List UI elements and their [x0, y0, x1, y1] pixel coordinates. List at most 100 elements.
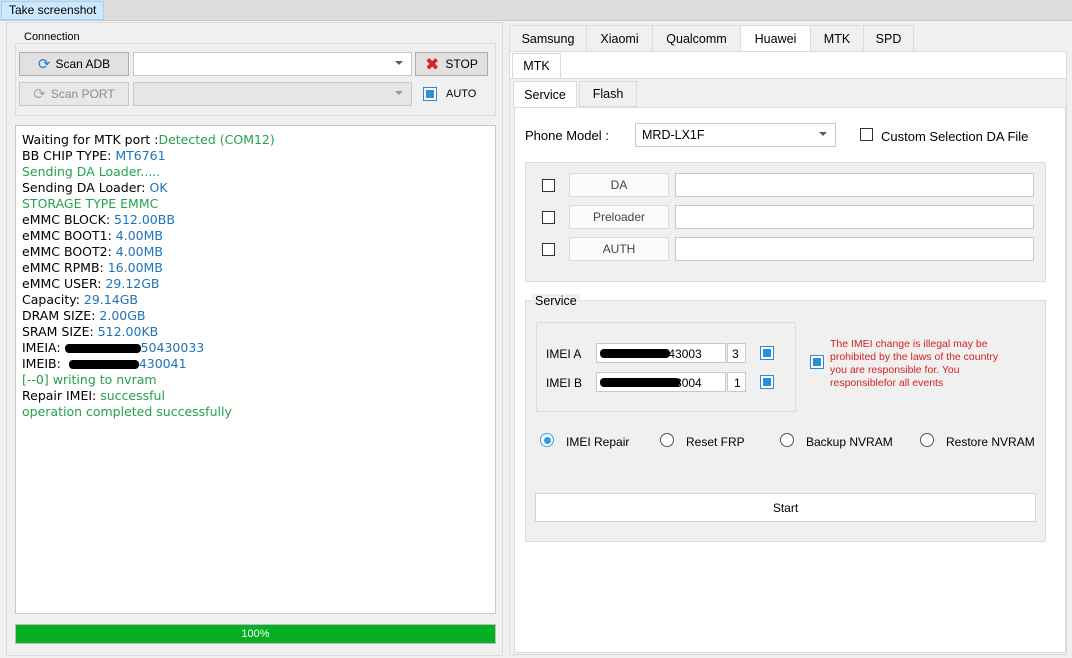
log-segment: Sending DA Loader:: [22, 180, 150, 195]
tab-label: Samsung: [521, 31, 575, 46]
adb-device-select[interactable]: [133, 52, 412, 76]
tab-mtk-sub-label: MTK: [523, 59, 550, 73]
log-line: eMMC USER: 29.12GB: [22, 276, 489, 292]
redaction: [68, 360, 139, 369]
preloader-browse-button[interactable]: Preloader: [569, 205, 669, 229]
tab-spd[interactable]: SPD: [863, 25, 914, 52]
log-segment: Capacity:: [22, 292, 84, 307]
custom-da-checkbox[interactable]: [860, 128, 873, 141]
refresh-icon: ⟳: [33, 85, 46, 103]
phone-model-select[interactable]: MRD-LX1F: [635, 123, 836, 147]
log-segment: 50430033: [140, 340, 205, 355]
imei-a-check-digit-value: 3: [732, 347, 739, 361]
log-segment: MT6761: [115, 148, 166, 163]
refresh-icon: ⟳: [37, 55, 51, 73]
tab-label: Xiaomi: [600, 31, 639, 46]
log-segment: Waiting for MTK port :: [22, 132, 159, 147]
imei-repair-label: IMEI Repair: [566, 435, 630, 449]
log-line: eMMC BOOT2: 4.00MB: [22, 244, 489, 260]
log-line: IMEIB: 430041: [22, 356, 489, 372]
scan-adb-button[interactable]: ⟳ Scan ADB: [19, 52, 129, 76]
tab-samsung[interactable]: Samsung: [509, 25, 587, 52]
reset-frp-radio[interactable]: [660, 433, 674, 447]
log-line: SRAM SIZE: 512.00KB: [22, 324, 489, 340]
imei-a-check-digit[interactable]: 3: [727, 343, 746, 363]
connection-group-title: Connection: [21, 31, 83, 43]
tab-qualcomm[interactable]: Qualcomm: [652, 25, 741, 52]
preloader-path-input[interactable]: [675, 205, 1034, 229]
tab-xiaomi[interactable]: Xiaomi: [586, 25, 653, 52]
service-group-title: Service: [532, 294, 580, 308]
log-line: eMMC BOOT1: 4.00MB: [22, 228, 489, 244]
backup-nvram-radio[interactable]: [780, 433, 794, 447]
log-segment: successful: [100, 388, 165, 403]
tab-mtk[interactable]: MTK: [810, 25, 864, 52]
auth-path-input[interactable]: [675, 237, 1034, 261]
log-line: Capacity: 29.14GB: [22, 292, 489, 308]
close-icon: ✖: [425, 54, 440, 74]
imei-repair-radio[interactable]: [540, 433, 554, 447]
scan-port-button[interactable]: ⟳ Scan PORT: [19, 82, 129, 106]
imei-box: [536, 322, 796, 412]
log-segment: 4.00MB: [115, 244, 163, 259]
log-line: [--0] writing to nvram: [22, 372, 489, 388]
phone-model-label: Phone Model :: [525, 128, 609, 143]
tab-label: Huawei: [754, 31, 797, 46]
start-button[interactable]: Start: [535, 493, 1036, 522]
phone-model-value: MRD-LX1F: [642, 128, 705, 142]
log-line: Sending DA Loader: OK: [22, 180, 489, 196]
imei-a-value: 5043003: [655, 347, 702, 361]
log-line: BB CHIP TYPE: MT6761: [22, 148, 489, 164]
tab-mtk-sub[interactable]: MTK: [512, 53, 561, 79]
log-segment: 2.00GB: [99, 308, 146, 323]
imei-a-input[interactable]: 5043003: [596, 343, 726, 363]
log-segment: 430041: [138, 356, 187, 371]
auth-button-label: AUTH: [602, 242, 636, 256]
preloader-button-label: Preloader: [592, 210, 646, 224]
tab-flash-label: Flash: [592, 87, 624, 101]
log-segment: IMEIB:: [22, 356, 65, 371]
imei-b-check-digit[interactable]: 1: [727, 372, 746, 392]
progress-label: 100%: [241, 628, 270, 640]
reset-frp-label: Reset FRP: [686, 435, 745, 449]
imei-b-input[interactable]: 5043004: [596, 372, 726, 392]
log-segment: 512.00BB: [114, 212, 175, 227]
preloader-checkbox[interactable]: [542, 211, 555, 224]
take-screenshot-button[interactable]: Take screenshot: [1, 1, 105, 20]
tab-label: Qualcomm: [666, 31, 727, 46]
log-segment: Detected (COM12): [158, 132, 275, 147]
da-browse-button[interactable]: DA: [569, 173, 669, 197]
tab-huawei[interactable]: Huawei: [740, 25, 811, 52]
log-segment: operation completed successfully: [22, 404, 232, 419]
imei-b-checkbox[interactable]: [760, 375, 774, 389]
warning-checkbox[interactable]: [810, 355, 824, 369]
auth-browse-button[interactable]: AUTH: [569, 237, 669, 261]
da-checkbox[interactable]: [542, 179, 555, 192]
log-segment: 4.00MB: [115, 228, 163, 243]
port-select[interactable]: [133, 82, 412, 106]
auto-checkbox[interactable]: [423, 87, 437, 101]
log-segment: 512.00KB: [97, 324, 159, 339]
da-path-input[interactable]: [675, 173, 1034, 197]
tab-label: MTK: [823, 31, 851, 46]
tab-flash[interactable]: Flash: [579, 81, 637, 107]
tab-service[interactable]: Service: [513, 81, 577, 108]
chevron-down-icon: [395, 61, 403, 65]
log-segment: Sending DA Loader.....: [22, 164, 161, 179]
auth-checkbox[interactable]: [542, 243, 555, 256]
start-label: Start: [772, 500, 799, 515]
chevron-down-icon: [395, 91, 403, 95]
log-segment: eMMC RPMB:: [22, 260, 108, 275]
log-segment: eMMC BOOT2:: [22, 244, 116, 259]
log-segment: eMMC BOOT1:: [22, 228, 116, 243]
stop-button[interactable]: ✖ STOP: [415, 52, 488, 76]
auto-label: AUTO: [446, 88, 477, 100]
log-line: Waiting for MTK port :Detected (COM12): [22, 132, 489, 148]
imei-b-label: IMEI B: [546, 376, 583, 390]
restore-nvram-radio[interactable]: [920, 433, 934, 447]
imei-a-label: IMEI A: [546, 347, 582, 361]
imei-a-checkbox[interactable]: [760, 346, 774, 360]
log-segment: 29.14GB: [83, 292, 138, 307]
log-segment: IMEIA:: [22, 340, 61, 355]
log-segment: DRAM SIZE:: [22, 308, 100, 323]
